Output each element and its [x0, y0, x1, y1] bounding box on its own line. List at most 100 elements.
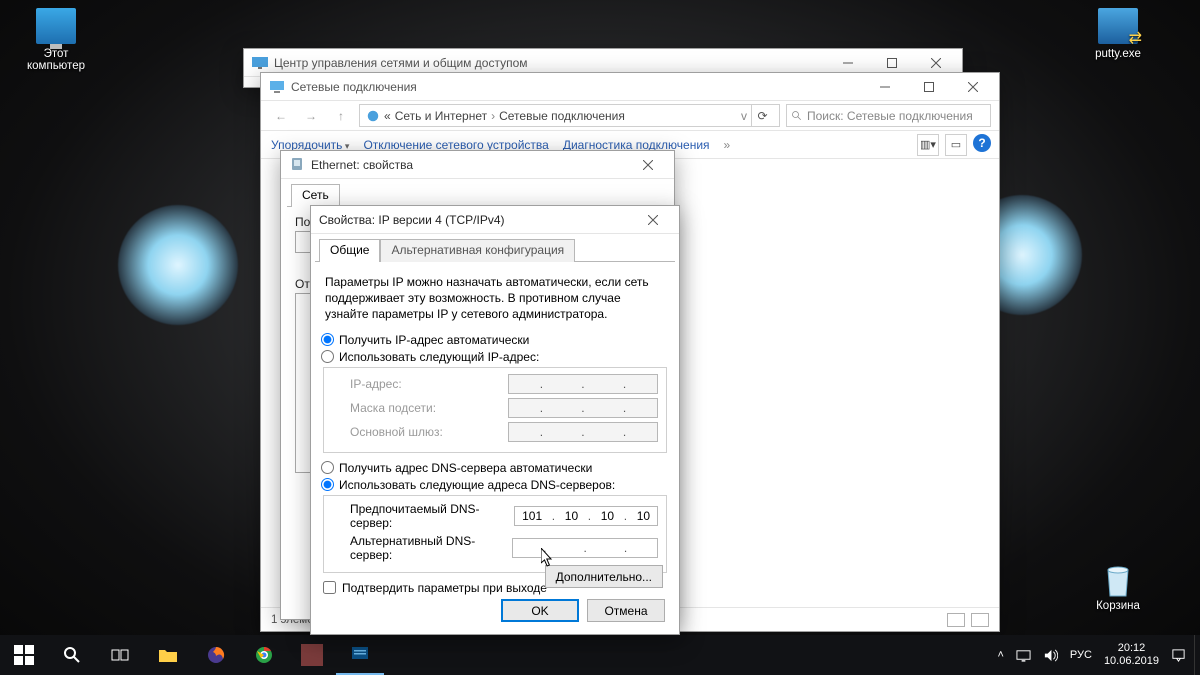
- label-gateway: Основной шлюз:: [350, 425, 443, 439]
- cancel-button[interactable]: Отмена: [587, 599, 665, 622]
- preview-pane-button[interactable]: ▭: [945, 134, 967, 156]
- desktop-icon-putty[interactable]: putty.exe: [1076, 8, 1160, 60]
- ip-octet: 101: [522, 509, 542, 523]
- desktop-icon-label: Корзина: [1076, 600, 1160, 612]
- window-title: Свойства: IP версии 4 (TCP/IPv4): [319, 213, 505, 227]
- taskbar-app-explorer[interactable]: [144, 635, 192, 675]
- taskbar: ˄ РУС 20:12 10.06.2019: [0, 635, 1200, 675]
- nav-forward-button[interactable]: →: [299, 104, 323, 128]
- radio-ip-auto[interactable]: Получить IP-адрес автоматически: [321, 333, 669, 347]
- system-tray: ˄ РУС 20:12 10.06.2019: [989, 642, 1194, 667]
- desktop-icon-this-pc[interactable]: Этот компьютер: [14, 8, 98, 72]
- trash-icon: [1098, 560, 1138, 596]
- network-icon: [366, 109, 380, 123]
- view-large-button[interactable]: [971, 613, 989, 627]
- crumb-segment[interactable]: Сетевые подключения: [499, 109, 625, 123]
- ip-octet: 10: [565, 509, 578, 523]
- radio-dns-manual[interactable]: Использовать следующие адреса DNS-сервер…: [321, 478, 669, 492]
- window-title: Сетевые подключения: [291, 80, 417, 94]
- window-title: Ethernet: свойства: [311, 158, 413, 172]
- tab-general[interactable]: Общие: [319, 239, 380, 262]
- validate-checkbox-input[interactable]: [323, 581, 336, 594]
- start-button[interactable]: [0, 635, 48, 675]
- label-dns2: Альтернативный DNS-сервер:: [350, 534, 512, 562]
- radio-ip-manual[interactable]: Использовать следующий IP-адрес:: [321, 350, 669, 364]
- taskbar-app-chrome[interactable]: [240, 635, 288, 675]
- close-button[interactable]: [951, 73, 995, 101]
- radio-dns-manual-input[interactable]: [321, 478, 334, 491]
- ip-octet: 10: [601, 509, 614, 523]
- task-view-icon: [110, 645, 130, 665]
- tray-network-icon[interactable]: [1016, 648, 1031, 663]
- chrome-icon: [254, 645, 274, 665]
- show-desktop-button[interactable]: [1194, 635, 1200, 675]
- subnet-mask-field: ...: [508, 398, 658, 418]
- network-connections-icon: [269, 79, 285, 95]
- minimize-button[interactable]: [863, 73, 907, 101]
- taskbar-app-settings-active[interactable]: [336, 635, 384, 675]
- windows-icon: [14, 645, 34, 665]
- radio-label: Использовать следующий IP-адрес:: [339, 350, 539, 364]
- wallpaper-headlight-left: [118, 205, 238, 325]
- putty-icon: [1098, 8, 1138, 44]
- checkbox-label: Подтвердить параметры при выходе: [342, 581, 547, 595]
- tray-language[interactable]: РУС: [1070, 649, 1092, 661]
- pc-icon: [36, 8, 76, 44]
- nav-up-button[interactable]: ↑: [329, 104, 353, 128]
- breadcrumb[interactable]: « Сеть и Интернет › Сетевые подключения …: [359, 104, 780, 127]
- window-ipv4-properties: Свойства: IP версии 4 (TCP/IPv4) Общие А…: [310, 205, 680, 635]
- radio-ip-manual-input[interactable]: [321, 350, 334, 363]
- tray-volume-icon[interactable]: [1043, 648, 1058, 663]
- network-center-icon: [252, 55, 268, 71]
- radio-ip-auto-input[interactable]: [321, 333, 334, 346]
- radio-dns-auto-input[interactable]: [321, 461, 334, 474]
- ip-octet: 10: [637, 509, 650, 523]
- alternate-dns-field[interactable]: . . .: [512, 538, 658, 558]
- view-details-button[interactable]: [947, 613, 965, 627]
- desktop-icon-label: putty.exe: [1076, 48, 1160, 60]
- taskbar-app-unknown[interactable]: [288, 635, 336, 675]
- tray-notifications-icon[interactable]: [1171, 648, 1186, 663]
- refresh-button[interactable]: ⟳: [751, 105, 773, 127]
- preferred-dns-field[interactable]: 101. 10. 10. 10: [514, 506, 658, 526]
- label-mask: Маска подсети:: [350, 401, 436, 415]
- ipv4-description: Параметры IP можно назначать автоматичес…: [325, 274, 665, 323]
- gateway-field: ...: [508, 422, 658, 442]
- tray-date: 10.06.2019: [1104, 655, 1159, 668]
- radio-label: Получить адрес DNS-сервера автоматически: [339, 461, 592, 475]
- window-title: Центр управления сетями и общим доступом: [274, 56, 528, 70]
- search-icon: [62, 645, 82, 665]
- label-dns1: Предпочитаемый DNS-сервер:: [350, 502, 514, 530]
- label-ip: IP-адрес:: [350, 377, 402, 391]
- ok-button[interactable]: OK: [501, 599, 579, 622]
- search-input[interactable]: Поиск: Сетевые подключения: [786, 104, 991, 127]
- close-button[interactable]: [631, 206, 675, 234]
- search-icon: [791, 110, 803, 122]
- tab-network[interactable]: Сеть: [291, 184, 340, 207]
- help-button[interactable]: ?: [973, 134, 991, 152]
- tray-clock[interactable]: 20:12 10.06.2019: [1104, 642, 1159, 667]
- tray-chevron-icon[interactable]: ˄: [997, 649, 1003, 661]
- radio-dns-auto[interactable]: Получить адрес DNS-сервера автоматически: [321, 461, 669, 475]
- folder-icon: [158, 645, 178, 665]
- taskbar-app-firefox[interactable]: [192, 635, 240, 675]
- desktop-icon-recycle-bin[interactable]: Корзина: [1076, 560, 1160, 612]
- radio-label: Получить IP-адрес автоматически: [339, 333, 529, 347]
- maximize-button[interactable]: [907, 73, 951, 101]
- crumb-segment[interactable]: Сеть и Интернет: [395, 109, 487, 123]
- task-view-button[interactable]: [96, 635, 144, 675]
- ip-address-field: ...: [508, 374, 658, 394]
- desktop-icon-label: Этот компьютер: [14, 48, 98, 72]
- search-button[interactable]: [48, 635, 96, 675]
- settings-window-icon: [350, 644, 370, 664]
- advanced-button[interactable]: Дополнительно...: [545, 565, 663, 588]
- nav-back-button[interactable]: ←: [269, 104, 293, 128]
- search-placeholder: Поиск: Сетевые подключения: [807, 109, 973, 123]
- tab-alt-config[interactable]: Альтернативная конфигурация: [380, 239, 575, 262]
- close-button[interactable]: [626, 151, 670, 179]
- radio-label: Использовать следующие адреса DNS-сервер…: [339, 478, 615, 492]
- tray-time: 20:12: [1104, 642, 1159, 655]
- view-button[interactable]: ▥▾: [917, 134, 939, 156]
- address-bar: ← → ↑ « Сеть и Интернет › Сетевые подклю…: [261, 101, 999, 131]
- firefox-icon: [206, 645, 226, 665]
